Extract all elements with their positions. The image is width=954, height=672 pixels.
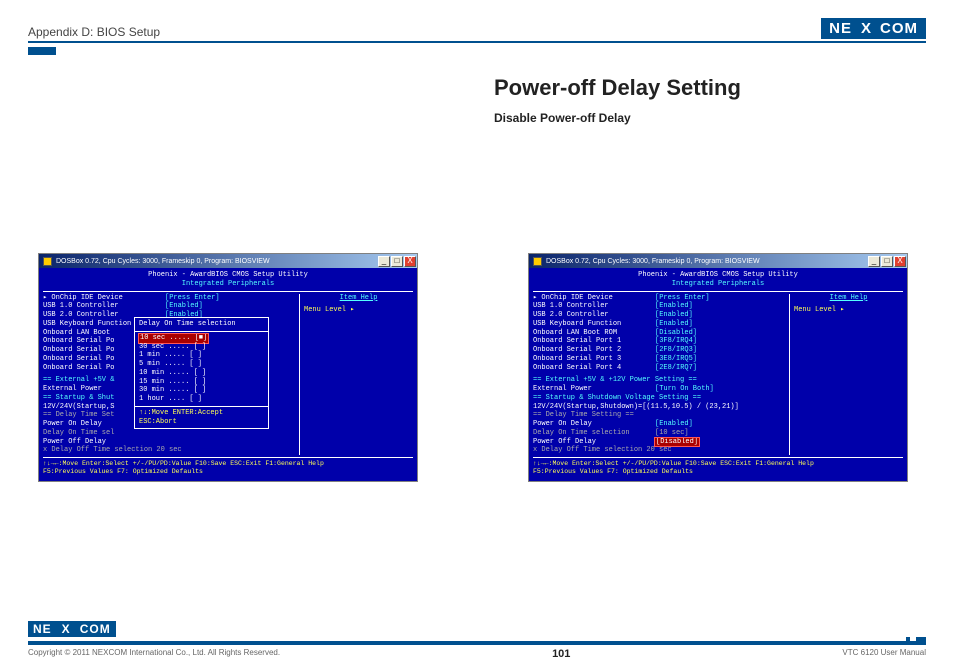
app-icon [533, 257, 542, 266]
minimize-button[interactable]: _ [868, 256, 880, 267]
popup-option[interactable]: 10 sec ..... [■] [139, 334, 264, 343]
manual-page: Appendix D: BIOS Setup NE X COM Power-of… [0, 0, 954, 672]
section-delay: == Delay Time Setting == [533, 411, 783, 420]
item-help-panel: Item Help Menu Level ▸ [789, 294, 903, 456]
menu-level: Menu Level ▸ [794, 306, 903, 315]
window-buttons: _ □ X [868, 256, 906, 267]
dosbox-window-right: DOSBox 0.72, Cpu Cycles: 3000, Frameskip… [528, 253, 908, 482]
header-accent [28, 47, 56, 55]
section-ext-power: == External +5V & +12V Power Setting == [533, 376, 783, 385]
appendix-title: Appendix D: BIOS Setup [28, 25, 160, 39]
setting-row[interactable]: USB 1.0 Controller[Enabled] [533, 302, 783, 311]
popup-option[interactable]: 5 min ..... [ ] [139, 360, 264, 369]
manual-name: VTC 6120 User Manual [842, 648, 926, 660]
setting-row[interactable]: Onboard LAN Boot ROM[Disabled] [533, 329, 783, 338]
logo-x: X [858, 18, 874, 39]
titlebar-text: DOSBox 0.72, Cpu Cycles: 3000, Frameskip… [546, 258, 760, 265]
setting-row[interactable]: Delay On Time selection[10 sec] [533, 429, 783, 438]
footer-logo: NE X COM [28, 621, 116, 637]
item-help-panel: Item Help Menu Level ▸ [299, 294, 413, 456]
setting-row[interactable]: x Delay Off Time selection 20 sec [43, 446, 293, 455]
popup-hint: ↑↓:Move ENTER:Accept ESC:Abort [139, 409, 264, 427]
close-button[interactable]: X [894, 256, 906, 267]
titlebar: DOSBox 0.72, Cpu Cycles: 3000, Frameskip… [529, 254, 907, 268]
popup-option[interactable]: 1 min ..... [ ] [139, 351, 264, 360]
popup-options[interactable]: 10 sec ..... [■]30 sec ..... [ ] 1 min .… [139, 334, 264, 404]
content-area: Power-off Delay Setting Disable Power-of… [28, 55, 926, 575]
footer-rule [28, 641, 926, 645]
bios-title1: Phoenix - AwardBIOS CMOS Setup Utility [43, 271, 413, 280]
minimize-button[interactable]: _ [378, 256, 390, 267]
titlebar: DOSBox 0.72, Cpu Cycles: 3000, Frameskip… [39, 254, 417, 268]
popup-option[interactable]: 10 min ..... [ ] [139, 369, 264, 378]
hints-line2: F5:Previous Values F7: Optimized Default… [43, 468, 413, 476]
setting-row[interactable]: ▸ OnChip IDE Device[Press Enter] [533, 294, 783, 303]
copyright-text: Copyright © 2011 NEXCOM International Co… [28, 648, 280, 660]
setting-row[interactable]: Onboard Serial Port 1[3F8/IRQ4] [533, 337, 783, 346]
key-hints: ↑↓→←:Move Enter:Select +/-/PU/PD:Value F… [43, 457, 413, 477]
setting-row[interactable]: Delay On Time sel [43, 429, 293, 438]
section-title: Power-off Delay Setting [494, 75, 741, 101]
setting-row[interactable]: ▸ OnChip IDE Device[Press Enter] [43, 294, 293, 303]
hints-line1: ↑↓→←:Move Enter:Select +/-/PU/PD:Value F… [43, 460, 413, 468]
popup-option[interactable]: 30 min ..... [ ] [139, 386, 264, 395]
setting-row-disabled: x Delay Off Time selection 20 sec [533, 446, 783, 455]
setting-row[interactable]: USB 2.0 Controller[Enabled] [533, 311, 783, 320]
hints-line2: F5:Previous Values F7: Optimized Default… [533, 468, 903, 476]
setting-row[interactable]: Onboard Serial Port 4[2E8/IRQ7] [533, 364, 783, 373]
setting-row[interactable]: USB Keyboard Function[Enabled] [533, 320, 783, 329]
page-footer: NE X COM Copyright © 2011 NEXCOM Interna… [28, 641, 926, 660]
dosbox-window-left: DOSBox 0.72, Cpu Cycles: 3000, Frameskip… [38, 253, 418, 482]
setting-row[interactable]: External Power[Turn On Both] [533, 385, 783, 394]
setting-row[interactable]: Onboard Serial Port 3[3E8/IRQ5] [533, 355, 783, 364]
page-header: Appendix D: BIOS Setup NE X COM [28, 18, 926, 43]
brand-logo: NE X COM [821, 18, 926, 39]
setting-row-poweroff[interactable]: Power Off Delay[Disabled] [533, 438, 783, 447]
app-icon [43, 257, 52, 266]
bios-title1: Phoenix - AwardBIOS CMOS Setup Utility [533, 271, 903, 280]
setting-row[interactable]: Power Off Delay [43, 438, 293, 447]
bios-title2: Integrated Peripherals [533, 280, 903, 289]
popup-option[interactable]: 1 hour .... [ ] [139, 395, 264, 404]
menu-level: Menu Level ▸ [304, 306, 413, 315]
logo-com: COM [874, 18, 926, 39]
setting-row[interactable]: Onboard Serial Port 2[2F8/IRQ3] [533, 346, 783, 355]
item-help-title: Item Help [304, 294, 413, 303]
key-hints: ↑↓→←:Move Enter:Select +/-/PU/PD:Value F… [533, 457, 903, 477]
bios-settings-list[interactable]: ▸ OnChip IDE Device[Press Enter] USB 1.0… [533, 294, 783, 456]
page-number: 101 [552, 648, 570, 660]
popup-title: Delay On Time selection [139, 320, 264, 329]
popup-option[interactable]: 30 sec ..... [ ] [139, 343, 264, 352]
section-subtitle: Disable Power-off Delay [494, 111, 631, 125]
item-help-title: Item Help [794, 294, 903, 303]
setting-row[interactable]: USB 1.0 Controller[Enabled] [43, 302, 293, 311]
logo-ne: NE [821, 18, 858, 39]
bios-title2: Integrated Peripherals [43, 280, 413, 289]
bios-screen-left[interactable]: Phoenix - AwardBIOS CMOS Setup Utility I… [39, 268, 417, 481]
maximize-button[interactable]: □ [881, 256, 893, 267]
maximize-button[interactable]: □ [391, 256, 403, 267]
setting-row[interactable]: 12V/24V(Startup,Shutdown)=[(11.5,10.5) /… [533, 403, 783, 412]
setting-row[interactable]: Power On Delay[Enabled] [533, 420, 783, 429]
hints-line1: ↑↓→←:Move Enter:Select +/-/PU/PD:Value F… [533, 460, 903, 468]
popup-option[interactable]: 15 min ..... [ ] [139, 378, 264, 387]
section-startup: == Startup & Shutdown Voltage Setting == [533, 394, 783, 403]
close-button[interactable]: X [404, 256, 416, 267]
bios-screen-right[interactable]: Phoenix - AwardBIOS CMOS Setup Utility I… [529, 268, 907, 481]
window-buttons: _ □ X [378, 256, 416, 267]
delay-time-popup[interactable]: Delay On Time selection 10 sec ..... [■]… [134, 317, 269, 429]
titlebar-text: DOSBox 0.72, Cpu Cycles: 3000, Frameskip… [56, 258, 270, 265]
